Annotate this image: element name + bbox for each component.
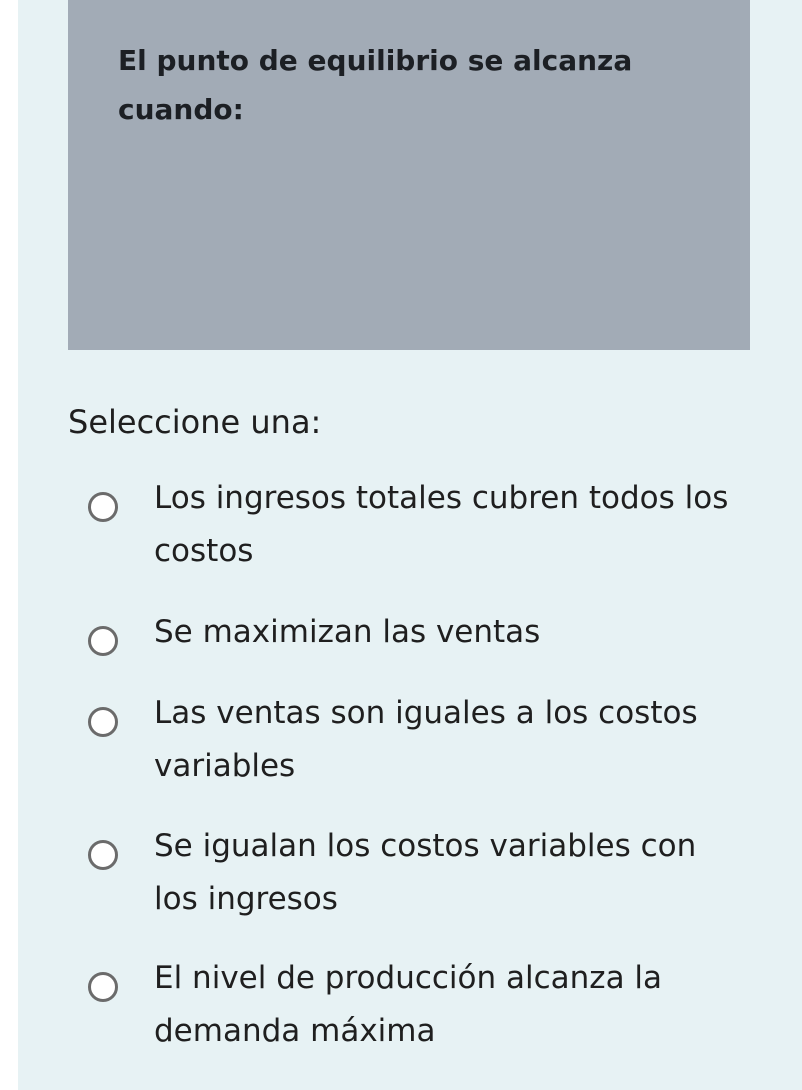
option-label[interactable]: Se igualan los costos variables con los … (154, 820, 734, 926)
radio-button-icon[interactable] (88, 972, 118, 1002)
radio-button-icon[interactable] (88, 626, 118, 656)
select-one-prompt: Seleccione una: (68, 403, 322, 441)
option-label[interactable]: Se maximizan las ventas (154, 606, 734, 659)
radio-button-icon[interactable] (88, 840, 118, 870)
option-4[interactable]: Se igualan los costos variables con los … (86, 820, 736, 926)
option-label[interactable]: Los ingresos totales cubren todos los co… (154, 472, 734, 578)
question-text: El punto de equilibrio se alcanza cuando… (118, 44, 633, 126)
quiz-panel: El punto de equilibrio se alcanza cuando… (18, 0, 802, 1090)
option-3[interactable]: Las ventas son iguales a los costos vari… (86, 687, 736, 793)
option-label[interactable]: El nivel de producción alcanza la demand… (154, 952, 734, 1058)
option-1[interactable]: Los ingresos totales cubren todos los co… (86, 472, 736, 578)
radio-button-icon[interactable] (88, 492, 118, 522)
radio-button-icon[interactable] (88, 707, 118, 737)
question-box: El punto de equilibrio se alcanza cuando… (68, 0, 750, 350)
option-2[interactable]: Se maximizan las ventas (86, 606, 736, 659)
option-5[interactable]: El nivel de producción alcanza la demand… (86, 952, 736, 1058)
option-label[interactable]: Las ventas son iguales a los costos vari… (154, 687, 734, 793)
